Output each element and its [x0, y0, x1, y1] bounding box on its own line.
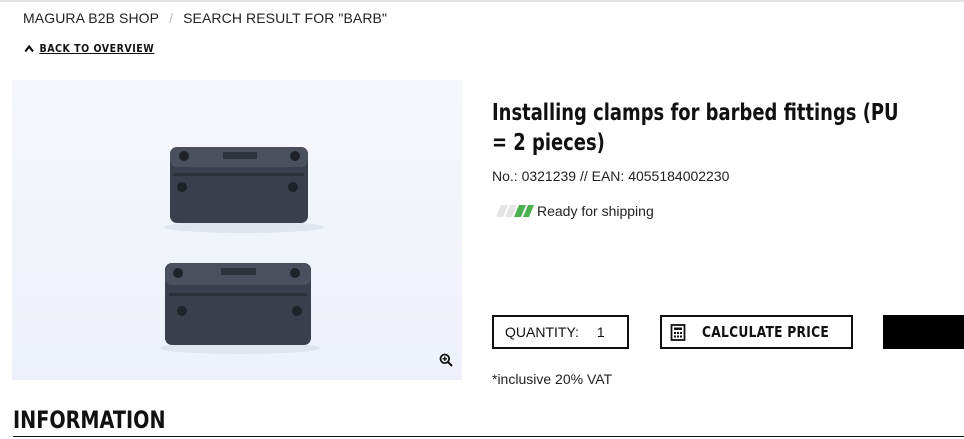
calculate-price-button[interactable]: CALCULATE PRICE [660, 315, 853, 349]
zoom-in-icon[interactable] [439, 353, 453, 367]
quantity-input[interactable] [596, 324, 627, 340]
top-divider [0, 0, 964, 2]
breadcrumb: MAGURA B2B SHOP / SEARCH RESULT FOR "BAR… [23, 10, 387, 26]
back-to-overview-link[interactable]: BACK TO OVERVIEW [24, 42, 154, 55]
breadcrumb-separator: / [169, 10, 174, 26]
chevron-up-icon [24, 44, 34, 53]
product-title: Installing clamps for barbed fittings (P… [492, 100, 899, 156]
add-to-cart-button[interactable] [883, 315, 964, 349]
vat-note: *inclusive 20% VAT [492, 371, 613, 387]
stock-indicator-icon [496, 205, 534, 217]
stock-status: Ready for shipping [492, 203, 654, 219]
breadcrumb-home-link[interactable]: MAGURA B2B SHOP [23, 10, 159, 26]
calculate-price-label: CALCULATE PRICE [701, 323, 830, 341]
product-image[interactable] [12, 80, 462, 380]
information-divider [13, 436, 964, 437]
back-link-label: BACK TO OVERVIEW [39, 42, 155, 55]
calculator-icon [670, 323, 686, 341]
information-heading: INFORMATION [13, 406, 166, 434]
quantity-label: QUANTITY: [505, 324, 579, 340]
product-number-ean: No.: 0321239 // EAN: 4055184002230 [492, 168, 730, 184]
breadcrumb-search-link[interactable]: SEARCH RESULT FOR "BARB" [183, 10, 387, 26]
stock-status-label: Ready for shipping [537, 203, 654, 219]
product-photo [12, 80, 462, 380]
quantity-field[interactable]: QUANTITY: [492, 315, 629, 349]
